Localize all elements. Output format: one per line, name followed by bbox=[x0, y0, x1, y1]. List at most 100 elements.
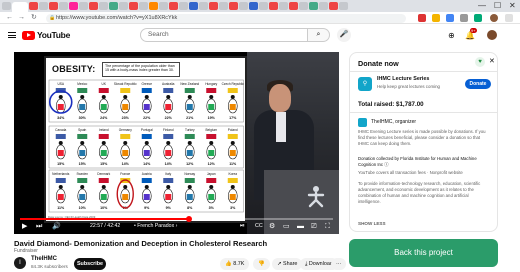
fundraiser-tag[interactable]: Fundraiser bbox=[14, 248, 38, 254]
channel-name[interactable]: TheIHMC bbox=[31, 256, 57, 262]
browser-tab[interactable] bbox=[179, 2, 188, 10]
back-button[interactable]: ← bbox=[6, 13, 13, 23]
country-value: 17% bbox=[229, 116, 237, 120]
search-input[interactable]: Search bbox=[140, 28, 308, 42]
chapter-title[interactable]: • French Paradox › bbox=[134, 223, 177, 230]
browser-tab[interactable] bbox=[279, 2, 288, 10]
search-icon[interactable]: ⌕ bbox=[308, 28, 330, 42]
total-raised: Total raised: $1,787.00 bbox=[358, 101, 424, 108]
browser-tab[interactable] bbox=[249, 2, 258, 10]
browser-tab[interactable] bbox=[309, 2, 318, 10]
menu-icon[interactable] bbox=[8, 32, 16, 38]
dislike-button[interactable]: 👎 bbox=[253, 258, 270, 270]
country-value: 12% bbox=[186, 162, 194, 166]
browser-tab[interactable] bbox=[229, 2, 238, 10]
browser-tab[interactable] bbox=[139, 2, 148, 10]
more-actions-button[interactable]: ··· bbox=[331, 258, 347, 270]
show-less-button[interactable]: SHOW LESS bbox=[358, 221, 386, 226]
country-name: Poland bbox=[228, 128, 238, 132]
browser-tab[interactable] bbox=[339, 2, 348, 10]
profile-avatar[interactable] bbox=[490, 14, 498, 22]
browser-tab[interactable] bbox=[269, 2, 278, 10]
create-icon[interactable]: ⊕ bbox=[448, 31, 455, 40]
next-icon[interactable]: ⏭ bbox=[36, 222, 42, 231]
screen: — ☐ ✕ ← → ↻ 🔒 https://www.youtube.com/wa… bbox=[0, 0, 520, 272]
autoplay-toggle[interactable]: ⏯ bbox=[240, 222, 245, 231]
extension-icon[interactable] bbox=[474, 14, 482, 22]
browser-tab[interactable] bbox=[329, 2, 338, 10]
browser-tab[interactable] bbox=[259, 2, 268, 10]
miniplayer-icon[interactable]: ▭ bbox=[283, 222, 290, 231]
browser-tab[interactable] bbox=[289, 2, 298, 10]
extension-icon[interactable] bbox=[460, 14, 468, 22]
divider bbox=[350, 71, 497, 72]
captions-button[interactable]: CC bbox=[255, 222, 263, 231]
browser-tab[interactable] bbox=[189, 2, 198, 10]
browser-tab-active[interactable] bbox=[12, 2, 28, 12]
person-shirt-icon bbox=[79, 194, 86, 200]
like-button[interactable]: 👍 8.7K bbox=[220, 258, 250, 270]
close-icon[interactable]: ✕ bbox=[489, 57, 495, 66]
person-head-icon bbox=[230, 95, 235, 99]
donate-button[interactable]: Donate bbox=[465, 79, 491, 89]
channel-avatar[interactable]: I bbox=[14, 257, 26, 269]
person-shirt-icon bbox=[229, 104, 236, 110]
browser-tab[interactable] bbox=[199, 2, 208, 10]
browser-tab[interactable] bbox=[89, 2, 98, 10]
extension-icon[interactable] bbox=[446, 14, 454, 22]
microphone-icon[interactable]: 🎤 bbox=[337, 28, 351, 42]
organizer-name[interactable]: TheIHMC, organizer bbox=[371, 119, 416, 125]
browser-tab[interactable] bbox=[49, 2, 58, 10]
browser-tab[interactable] bbox=[29, 2, 38, 10]
extension-icon[interactable] bbox=[418, 14, 426, 22]
settings-icon[interactable]: ⚙ bbox=[269, 222, 275, 231]
theater-icon[interactable]: ▬ bbox=[297, 222, 304, 231]
browser-tab[interactable] bbox=[99, 2, 108, 10]
share-button[interactable]: ↗ Share bbox=[272, 258, 303, 270]
browser-tab[interactable] bbox=[129, 2, 138, 10]
url-field[interactable]: 🔒 https://www.youtube.com/watch?v=yX1u8X… bbox=[46, 13, 406, 23]
browser-menu-icon[interactable] bbox=[505, 14, 513, 22]
back-this-project-button[interactable]: Back this project bbox=[349, 239, 498, 267]
maximize-button[interactable]: ☐ bbox=[494, 1, 501, 10]
browser-tab[interactable] bbox=[69, 2, 78, 10]
youtube-logo[interactable]: YouTube bbox=[22, 30, 70, 40]
browser-tab[interactable] bbox=[159, 2, 168, 10]
subscribe-button[interactable]: Subscribe bbox=[74, 258, 106, 270]
reload-button[interactable]: ↻ bbox=[31, 13, 37, 23]
fullscreen-icon[interactable]: ⛶ bbox=[325, 222, 330, 231]
country-value: 22% bbox=[143, 116, 151, 120]
country-name: Portugal bbox=[141, 128, 153, 132]
browser-tab[interactable] bbox=[119, 2, 128, 10]
video-player[interactable]: USA 34% Mexico 30% UK 24% Slovak Republic 23% Gr… bbox=[14, 52, 339, 234]
country-value: 14% bbox=[122, 162, 130, 166]
person-head-icon bbox=[80, 95, 85, 99]
browser-tab[interactable] bbox=[109, 2, 118, 10]
person-head-icon bbox=[58, 185, 63, 189]
browser-tab[interactable] bbox=[319, 2, 328, 10]
extension-icon[interactable] bbox=[432, 14, 440, 22]
browser-tab[interactable] bbox=[219, 2, 228, 10]
fees-note[interactable]: YouTube covers all transaction fees · No… bbox=[358, 170, 492, 176]
play-icon[interactable]: ▶ bbox=[22, 222, 27, 231]
cast-icon[interactable]: ⎚ bbox=[311, 222, 317, 231]
country-value: 3% bbox=[230, 206, 236, 210]
address-bar-row: ← → ↻ 🔒 https://www.youtube.com/watch?v=… bbox=[0, 12, 520, 24]
browser-tab[interactable] bbox=[239, 2, 248, 10]
volume-icon[interactable]: 🔊 bbox=[52, 222, 61, 231]
progress-bar[interactable] bbox=[20, 216, 333, 222]
forward-button[interactable]: → bbox=[18, 13, 25, 23]
browser-tab[interactable] bbox=[59, 2, 68, 10]
browser-tab[interactable] bbox=[209, 2, 218, 10]
browser-tab[interactable] bbox=[79, 2, 88, 10]
progress-handle[interactable] bbox=[186, 216, 193, 222]
minimize-button[interactable]: — bbox=[478, 1, 486, 10]
close-window-button[interactable]: ✕ bbox=[509, 1, 516, 10]
avatar[interactable] bbox=[487, 30, 497, 40]
browser-tab[interactable] bbox=[169, 2, 178, 10]
browser-tab[interactable] bbox=[39, 2, 48, 10]
browser-tab[interactable] bbox=[2, 2, 11, 10]
collected-by[interactable]: Donation collected by Florida Institute … bbox=[358, 156, 492, 168]
browser-tab[interactable] bbox=[299, 2, 308, 10]
browser-tab[interactable] bbox=[149, 2, 158, 10]
